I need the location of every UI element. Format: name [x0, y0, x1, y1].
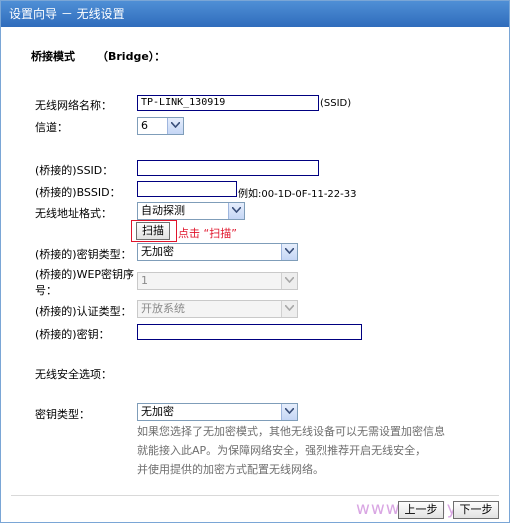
channel-select[interactable]: 6	[137, 117, 184, 135]
bridged-key-type-label: (桥接的)密钥类型：	[35, 248, 132, 261]
security-options-label: 无线安全选项：	[35, 368, 112, 381]
address-format-select[interactable]: 自动探测	[137, 202, 245, 220]
wep-index-value: 1	[141, 274, 148, 287]
ssid-suffix: (SSID)	[320, 98, 352, 109]
ssid-label: 无线网络名称：	[35, 99, 112, 112]
channel-value: 6	[141, 119, 148, 132]
auth-type-label: (桥接的)认证类型：	[35, 305, 132, 318]
footer-divider	[11, 495, 499, 496]
wep-index-label-line2: 号：	[35, 284, 57, 297]
key-type-value: 无加密	[141, 405, 174, 418]
chevron-down-icon[interactable]	[228, 203, 244, 219]
next-button[interactable]: 下一步	[453, 501, 499, 519]
chevron-down-icon	[281, 273, 297, 289]
encryption-note: 如果您选择了无加密模式，其他无线设备可以无需设置加密信息 就能接入此AP。为保障…	[137, 422, 477, 479]
prev-button[interactable]: 上一步	[398, 501, 444, 519]
bridged-key-type-select[interactable]: 无加密	[137, 243, 298, 261]
auth-type-select: 开放系统	[137, 300, 298, 318]
bridged-bssid-input[interactable]	[137, 181, 237, 197]
chevron-down-icon[interactable]	[281, 244, 297, 260]
wep-index-label-line1: (桥接的)WEP密钥序	[35, 268, 135, 281]
bridge-mode-value: （Bridge）：	[97, 50, 166, 63]
window-title: 设置向导 － 无线设置	[1, 1, 509, 27]
bridge-mode-label: 桥接模式	[31, 50, 75, 63]
auth-type-value: 开放系统	[141, 302, 185, 315]
bssid-example: 例如:00-1D-0F-11-22-33	[238, 189, 357, 200]
bridged-ssid-input[interactable]	[137, 160, 319, 176]
bridged-ssid-label: (桥接的)SSID：	[35, 164, 114, 177]
chevron-down-icon[interactable]	[281, 404, 297, 420]
ssid-input[interactable]: TP-LINK_130919	[137, 95, 319, 111]
bridged-key-type-value: 无加密	[141, 245, 174, 258]
bridged-key-input[interactable]	[137, 324, 362, 340]
key-type-select[interactable]: 无加密	[137, 403, 298, 421]
channel-label: 信道：	[35, 121, 68, 134]
chevron-down-icon[interactable]	[167, 118, 183, 134]
scan-button[interactable]: 扫描	[136, 222, 170, 240]
bridged-key-label: (桥接的)密钥：	[35, 328, 110, 341]
note-line: 就能接入此AP。为保障网络安全，强烈推荐开启无线安全，	[137, 444, 427, 457]
bridged-bssid-label: (桥接的)BSSID：	[35, 186, 121, 199]
wep-index-select: 1	[137, 272, 298, 290]
chevron-down-icon	[281, 301, 297, 317]
note-line: 并使用提供的加密方式配置无线网络。	[137, 463, 324, 476]
address-format-value: 自动探测	[141, 204, 185, 217]
wizard-window: 设置向导 － 无线设置 桥接模式 （Bridge）： 无线网络名称： TP-LI…	[0, 0, 510, 523]
scan-hint: 点击 “扫描”	[178, 227, 237, 240]
note-line: 如果您选择了无加密模式，其他无线设备可以无需设置加密信息	[137, 425, 445, 438]
address-format-label: 无线地址格式：	[35, 207, 112, 220]
key-type-label: 密钥类型：	[35, 408, 90, 421]
